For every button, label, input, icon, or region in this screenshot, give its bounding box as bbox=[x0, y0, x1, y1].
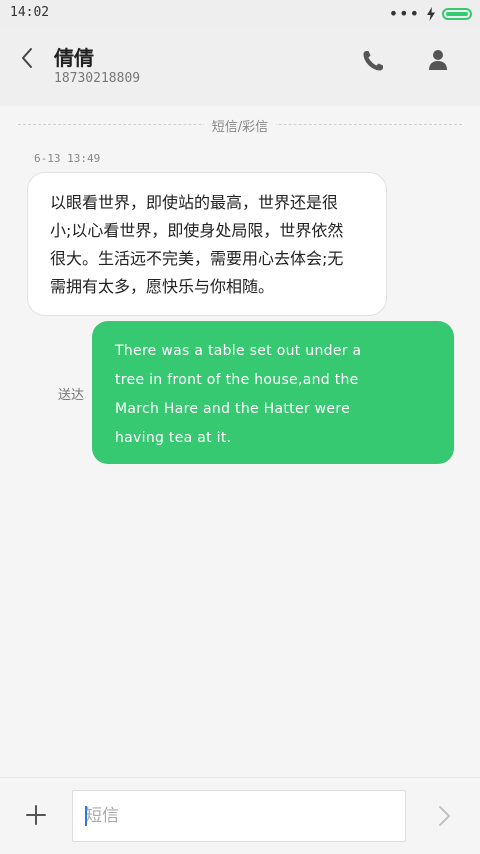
conversation-header: 倩倩 18730218809 bbox=[0, 26, 480, 106]
incoming-message-line: 小;以心看世界，即使身处局限，世界依然 bbox=[50, 221, 344, 240]
incoming-message-line: 需拥有太多，愿快乐与你相随。 bbox=[50, 277, 275, 296]
back-arrow-icon[interactable] bbox=[16, 46, 40, 70]
send-chevron-icon[interactable] bbox=[434, 804, 454, 828]
incoming-message-bubble[interactable]: 以眼看世界，即使站的最高，世界还是很 小;以心看世界，即使身处局限，世界依然 很… bbox=[27, 172, 387, 316]
contact-name[interactable]: 倩倩 bbox=[54, 42, 94, 71]
incoming-message-line: 以眼看世界，即使站的最高，世界还是很 bbox=[50, 193, 339, 212]
outgoing-message-line: March Hare and the Hatter were bbox=[115, 401, 350, 417]
status-time: 14:02 bbox=[10, 5, 50, 20]
outgoing-message-line: tree in front of the house,and the bbox=[115, 372, 359, 388]
status-icons: ••• bbox=[389, 6, 472, 22]
outgoing-message-line: having tea at it. bbox=[115, 430, 232, 446]
message-input[interactable] bbox=[72, 790, 406, 842]
charging-bolt-icon bbox=[427, 7, 435, 21]
text-cursor bbox=[85, 806, 87, 826]
outgoing-message-line: There was a table set out under a bbox=[115, 343, 362, 359]
delivery-status: 送达 bbox=[58, 388, 85, 403]
person-icon[interactable] bbox=[424, 46, 452, 74]
incoming-message-line: 很大。生活远不完美，需要用心去体会;无 bbox=[50, 249, 344, 268]
message-composer bbox=[0, 777, 480, 854]
plus-icon[interactable] bbox=[24, 803, 48, 827]
message-type-label: 短信/彩信 bbox=[203, 116, 277, 135]
phone-icon[interactable] bbox=[360, 48, 386, 74]
status-bar: 14:02 ••• bbox=[0, 0, 480, 26]
divider-label: 短信/彩信 bbox=[0, 116, 480, 135]
battery-icon bbox=[442, 8, 472, 20]
message-timestamp: 6-13 13:49 bbox=[34, 152, 101, 165]
outgoing-message-bubble[interactable]: There was a table set out under a tree i… bbox=[92, 321, 454, 464]
more-dots-icon: ••• bbox=[388, 4, 420, 23]
contact-number: 18730218809 bbox=[54, 71, 141, 86]
